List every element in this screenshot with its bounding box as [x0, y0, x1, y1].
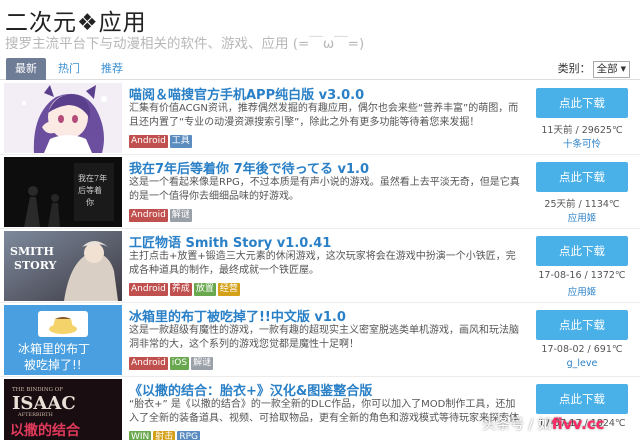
- tag-ios[interactable]: iOS: [169, 357, 190, 370]
- page-subtitle: 搜罗主流平台下与动漫相关的软件、游戏、应用 (=￣ω￣=): [5, 36, 365, 52]
- category-selected-value: 全部: [596, 62, 618, 75]
- download-button[interactable]: 点此下载: [536, 310, 628, 340]
- item-description: 汇集有价值ACGN资讯，推荐偶然发掘的有趣应用，偶尔也会来些“营养丰富”的萌图，…: [129, 103, 519, 128]
- tab-recommended[interactable]: 推荐: [93, 58, 131, 80]
- list-item: 我在7年 后等着 你 我在7年后等着你 7年後で待ってる v1.0 这是一个看起…: [0, 155, 640, 229]
- tag-rpg[interactable]: RPG: [177, 431, 200, 440]
- app-thumbnail[interactable]: 我在7年 后等着 你: [4, 157, 122, 227]
- tab-hot[interactable]: 热门: [50, 58, 88, 80]
- tag-shooter[interactable]: 射击: [153, 431, 176, 440]
- item-description: “胎衣+” 是《以撒的结合》的一款全新的DLC作品，你可以加入了MOD制作工具，…: [129, 399, 519, 424]
- item-author[interactable]: g_leve: [530, 358, 634, 369]
- anime-girl-image: [4, 83, 122, 153]
- item-tags: Android 养成 放置 经营: [129, 283, 242, 297]
- watermark-brand: fivv.cc: [551, 415, 605, 433]
- item-tags: WIN 射击 RPG: [129, 431, 202, 440]
- item-tags: Android 解谜: [129, 209, 194, 223]
- app-thumbnail[interactable]: SMITH STORY: [4, 231, 122, 301]
- item-description: 主打点击+放置+锻造三大元素的休闲游戏，这次玩家将会在游戏中扮演一个小铁匠，完成…: [129, 251, 516, 276]
- svg-text:你: 你: [86, 197, 94, 207]
- item-title[interactable]: 喵阅＆喵搜官方手机APP纯白版 v3.0.0: [129, 84, 364, 103]
- tag-management[interactable]: 经营: [217, 283, 240, 296]
- item-description: 这是一个看起来像是RPG，不过本质是有声小说的游戏。虽然看上去平淡无奇，但是它真…: [129, 177, 520, 202]
- chevron-down-icon: ▼: [620, 64, 626, 73]
- smith-story-cover-image: SMITH STORY: [4, 231, 122, 301]
- item-meta: 17-08-02 / 691℃: [541, 344, 623, 355]
- item-meta: 11天前 / 29625℃: [541, 125, 623, 136]
- tag-win[interactable]: WIN: [129, 431, 152, 440]
- svg-text:以撒的结合: 以撒的结合: [10, 422, 81, 439]
- watermark-text: 头条号 / 如: [482, 417, 552, 433]
- dark-game-cover-image: 我在7年 后等着 你: [4, 157, 122, 227]
- category-filter: 类别： 全部 ▼: [558, 59, 630, 79]
- category-label: 类别：: [557, 62, 591, 75]
- list-item: 冰箱里的布丁 被吃掉了!! 冰箱里的布丁被吃掉了!!中文版 v1.0 这是一款超…: [0, 303, 640, 377]
- tag-tool[interactable]: 工具: [169, 135, 192, 148]
- svg-text:被吃掉了!!: 被吃掉了!!: [24, 358, 82, 372]
- item-tags: Android iOS 解谜: [129, 357, 215, 371]
- cover-text: SMITH: [10, 245, 54, 258]
- tag-android[interactable]: Android: [129, 209, 168, 222]
- watermark: 头条号 / 如fivv.cc: [482, 414, 605, 436]
- download-button[interactable]: 点此下载: [536, 88, 628, 118]
- header: 二次元❖应用 搜罗主流平台下与动漫相关的软件、游戏、应用 (=￣ω￣=): [0, 0, 640, 56]
- pudding-game-cover-image: 冰箱里的布丁 被吃掉了!!: [4, 305, 122, 375]
- app-thumbnail[interactable]: [4, 83, 122, 153]
- cover-text: ISAAC: [12, 393, 76, 414]
- item-author[interactable]: 应用姬: [530, 210, 634, 224]
- item-title[interactable]: 冰箱里的布丁被吃掉了!!中文版 v1.0: [129, 306, 346, 325]
- svg-text:AFTERBIRTH: AFTERBIRTH: [17, 412, 53, 418]
- item-author[interactable]: 应用姬: [530, 284, 634, 298]
- item-meta: 17-08-16 / 1372℃: [538, 270, 626, 281]
- item-author[interactable]: 十条可怜: [530, 136, 634, 150]
- item-description: 这是一款超级有魔性的游戏，一款有趣的超现实主义密室脱逃类单机游戏，画风和玩法脑洞…: [129, 325, 519, 350]
- tag-raising[interactable]: 养成: [169, 283, 192, 296]
- item-tags: Android 工具: [129, 135, 194, 149]
- item-title[interactable]: 工匠物语 Smith Story v1.0.41: [129, 232, 331, 251]
- isaac-cover-image: THE BINDING OF ISAAC AFTERBIRTH 以撒的结合 胎 …: [4, 379, 122, 440]
- item-meta: 25天前 / 1134℃: [544, 199, 620, 210]
- svg-text:STORY: STORY: [14, 259, 57, 272]
- item-title[interactable]: 《以撒的结合：胎衣+》汉化&图鉴整合版: [129, 380, 372, 399]
- cover-text: 冰箱里的布丁: [18, 341, 90, 356]
- tag-idle[interactable]: 放置: [193, 283, 216, 296]
- tag-android[interactable]: Android: [129, 357, 168, 370]
- svg-text:后等着: 后等着: [78, 185, 102, 195]
- item-title[interactable]: 我在7年后等着你 7年後で待ってる v1.0: [129, 158, 369, 177]
- tag-puzzle[interactable]: 解谜: [191, 357, 214, 370]
- list-item: SMITH STORY 工匠物语 Smith Story v1.0.41 主打点…: [0, 229, 640, 303]
- download-button[interactable]: 点此下载: [536, 236, 628, 266]
- cover-text: 我在7年: [78, 173, 107, 183]
- tag-android[interactable]: Android: [129, 283, 168, 296]
- tab-bar: 最新 热门 推荐 类别： 全部 ▼: [0, 58, 640, 80]
- app-thumbnail[interactable]: THE BINDING OF ISAAC AFTERBIRTH 以撒的结合 胎 …: [4, 379, 122, 440]
- tag-puzzle[interactable]: 解谜: [169, 209, 192, 222]
- list-item: 喵阅＆喵搜官方手机APP纯白版 v3.0.0 汇集有价值ACGN资讯，推荐偶然发…: [0, 81, 640, 155]
- app-thumbnail[interactable]: 冰箱里的布丁 被吃掉了!!: [4, 305, 122, 375]
- download-button[interactable]: 点此下载: [536, 162, 628, 192]
- download-button[interactable]: 点此下载: [536, 384, 628, 414]
- tab-latest[interactable]: 最新: [6, 58, 46, 80]
- category-select[interactable]: 全部 ▼: [592, 60, 630, 78]
- tag-android[interactable]: Android: [129, 135, 168, 148]
